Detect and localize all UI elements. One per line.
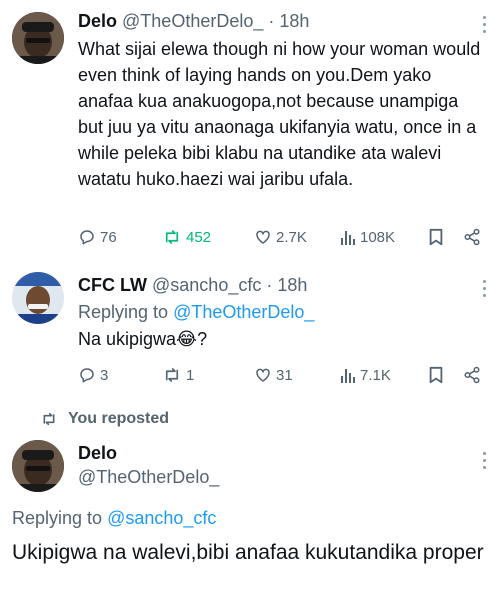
tweet-2[interactable]: CFC LW @sancho_cfc · 18h Replying to @Th… bbox=[0, 258, 501, 398]
views-button[interactable]: 7.1K bbox=[340, 366, 391, 384]
bookmark-icon bbox=[429, 228, 443, 246]
views-button[interactable]: 108K bbox=[340, 228, 395, 246]
display-name[interactable]: Delo bbox=[78, 443, 117, 463]
like-icon bbox=[256, 230, 270, 244]
avatar[interactable] bbox=[12, 272, 64, 324]
user-handle[interactable]: @sancho_cfc bbox=[152, 275, 261, 295]
bookmark-button[interactable] bbox=[428, 366, 444, 384]
timestamp[interactable]: 18h bbox=[277, 275, 307, 295]
like-count: 2.7K bbox=[276, 228, 307, 246]
reply-icon bbox=[80, 230, 94, 245]
tweet-text: Na ukipigwa😂? bbox=[78, 329, 208, 349]
like-icon bbox=[256, 368, 270, 382]
tweet-text: Ukipigwa na walevi,bibi anafaa kukutandi… bbox=[12, 541, 484, 564]
replying-label: Replying to bbox=[78, 302, 169, 322]
tweet-header: Delo @TheOtherDelo_ · 18h bbox=[78, 10, 309, 32]
reply-button[interactable]: 3 bbox=[78, 366, 108, 384]
repost-count: 452 bbox=[186, 228, 212, 246]
like-button[interactable]: 2.7K bbox=[254, 228, 307, 246]
mention-link[interactable]: @TheOtherDelo_ bbox=[173, 302, 314, 322]
display-name[interactable]: Delo bbox=[78, 11, 117, 31]
share-button[interactable] bbox=[462, 228, 482, 246]
reply-count: 3 bbox=[100, 366, 109, 384]
repost-icon bbox=[165, 230, 179, 244]
repost-banner-text: You reposted bbox=[68, 410, 170, 427]
repost-button[interactable]: 1 bbox=[162, 366, 194, 384]
reply-button[interactable]: 76 bbox=[78, 228, 117, 246]
views-count: 108K bbox=[360, 228, 396, 246]
action-bar: 3 1 31 7.1K bbox=[78, 366, 488, 390]
like-count: 31 bbox=[276, 366, 293, 384]
share-button[interactable] bbox=[462, 366, 482, 384]
separator-dot: · bbox=[268, 11, 275, 31]
more-icon[interactable] bbox=[481, 280, 487, 301]
share-icon bbox=[464, 228, 480, 246]
reply-count: 76 bbox=[100, 228, 117, 246]
like-button[interactable]: 31 bbox=[254, 366, 293, 384]
mention-link[interactable]: @sancho_cfc bbox=[107, 508, 216, 528]
repost-icon bbox=[43, 412, 55, 426]
reply-icon bbox=[80, 368, 94, 383]
repost-button[interactable]: 452 bbox=[162, 228, 211, 246]
tweet-header: Delo bbox=[78, 442, 117, 464]
views-count: 7.1K bbox=[360, 366, 391, 384]
handle-row: @TheOtherDelo_ bbox=[78, 466, 219, 488]
repost-count: 1 bbox=[186, 366, 195, 384]
user-handle[interactable]: @TheOtherDelo_ bbox=[122, 11, 263, 31]
replying-to: Replying to @TheOtherDelo_ bbox=[78, 300, 314, 324]
separator-dot: · bbox=[266, 275, 273, 295]
avatar[interactable] bbox=[12, 12, 64, 64]
timestamp[interactable]: 18h bbox=[279, 11, 309, 31]
views-icon bbox=[341, 369, 355, 383]
bookmark-button[interactable] bbox=[428, 228, 444, 246]
repost-icon bbox=[165, 368, 179, 382]
more-icon[interactable] bbox=[481, 16, 487, 37]
display-name[interactable]: CFC LW bbox=[78, 275, 147, 295]
tweet-header: CFC LW @sancho_cfc · 18h bbox=[78, 274, 307, 296]
tweet-text: What sijai elewa though ni how your woma… bbox=[78, 39, 481, 189]
bookmark-icon bbox=[429, 366, 443, 384]
avatar[interactable] bbox=[12, 440, 64, 492]
tweet-1[interactable]: Delo @TheOtherDelo_ · 18h What sijai ele… bbox=[0, 0, 501, 258]
action-bar: 76 452 2.7K 108K bbox=[78, 228, 488, 252]
views-icon bbox=[341, 231, 355, 245]
repost-banner: You reposted bbox=[40, 410, 169, 428]
replying-label: Replying to bbox=[12, 508, 103, 528]
main-tweet[interactable]: Delo @TheOtherDelo_ Replying to @sancho_… bbox=[0, 432, 501, 601]
replying-to: Replying to @sancho_cfc bbox=[12, 506, 216, 530]
more-icon[interactable] bbox=[481, 452, 487, 473]
user-handle[interactable]: @TheOtherDelo_ bbox=[78, 467, 219, 487]
share-icon bbox=[464, 366, 480, 384]
